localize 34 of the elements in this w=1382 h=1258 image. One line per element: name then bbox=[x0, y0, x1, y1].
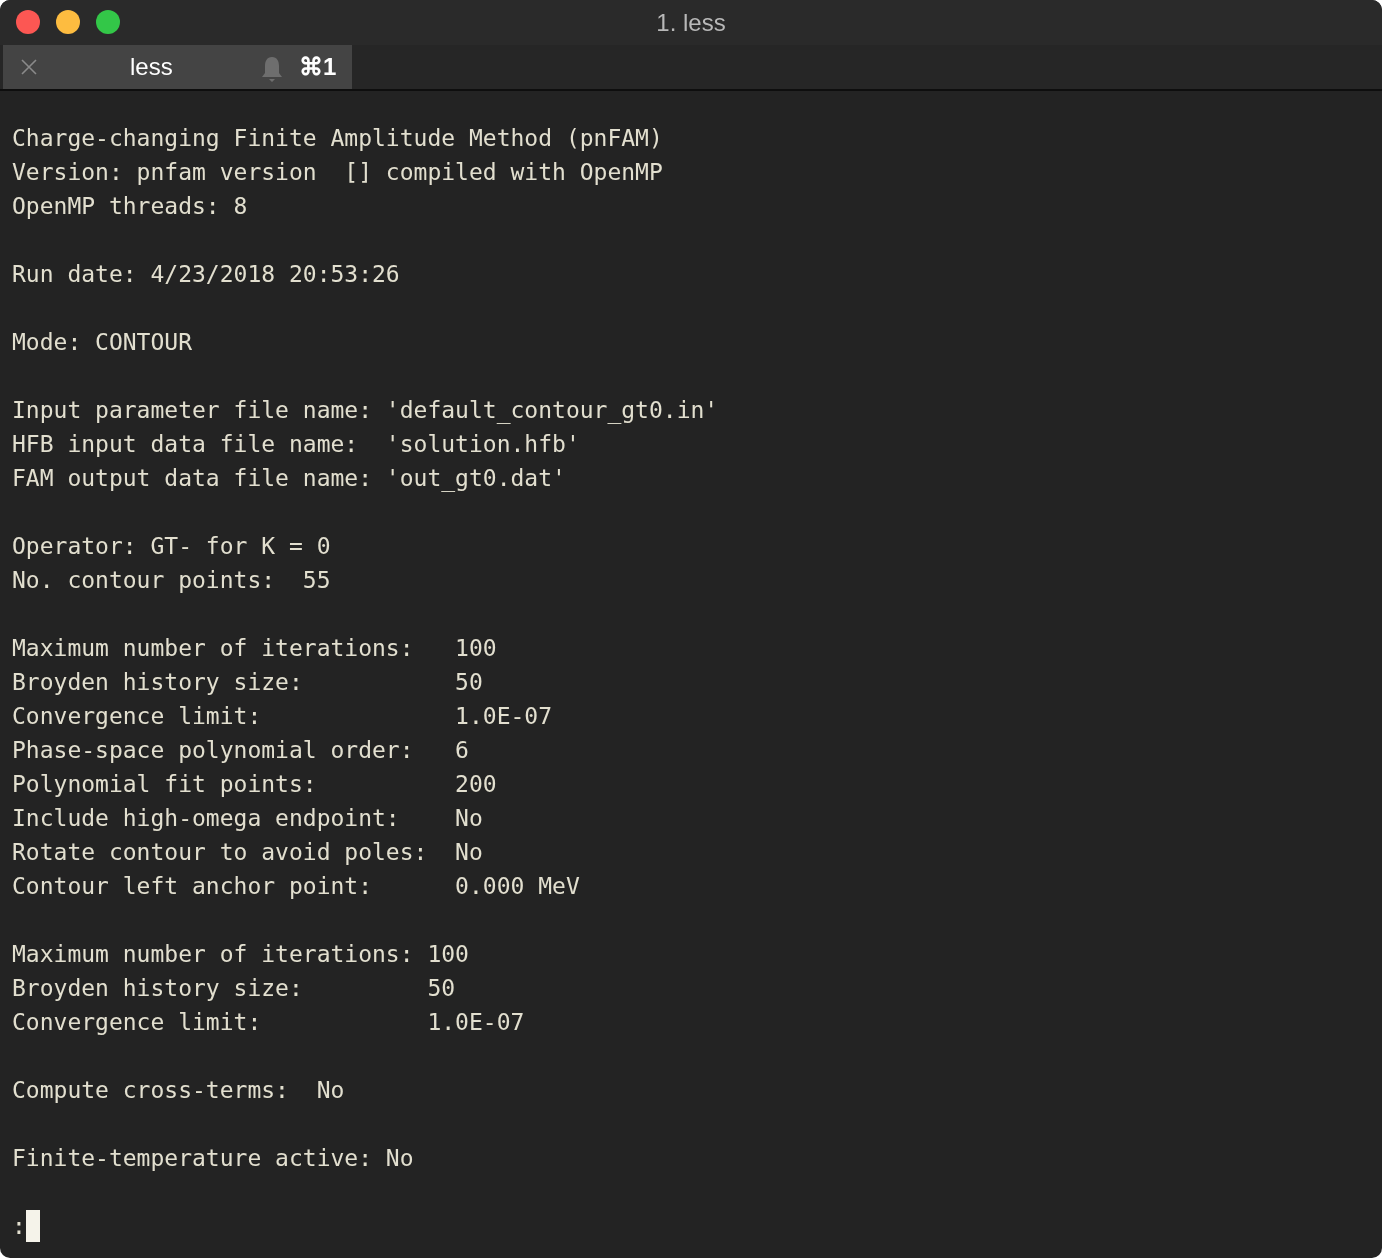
terminal-line: FAM output data file name: 'out_gt0.dat' bbox=[12, 464, 567, 494]
window-title: 1. less bbox=[656, 8, 726, 37]
close-button[interactable] bbox=[16, 10, 40, 34]
terminal-line: Finite-temperature active: No bbox=[12, 1144, 415, 1173]
terminal-line: Version: pnfam version [] compiled with OpenMP bbox=[12, 158, 664, 187]
tab-label: less bbox=[130, 53, 173, 81]
terminal-line: Rotate contour to avoid poles: No bbox=[12, 838, 484, 867]
terminal-line: No. contour points: 55 bbox=[12, 566, 332, 595]
terminal-line: Run date: 4/23/2018 20:53:26 bbox=[12, 260, 401, 289]
bell-icon bbox=[261, 56, 283, 82]
tab[interactable]: less ⌘1 bbox=[3, 45, 352, 89]
terminal-line: Operator: GT- for K = 0 bbox=[12, 532, 332, 561]
close-icon[interactable] bbox=[20, 58, 38, 76]
terminal-line: Convergence limit: 1.0E-07 bbox=[12, 702, 554, 731]
terminal-line: Broyden history size: 50 bbox=[12, 668, 484, 697]
zoom-button[interactable] bbox=[96, 10, 120, 34]
terminal-line: HFB input data file name: 'solution.hfb' bbox=[12, 430, 581, 459]
text-cursor bbox=[25, 1210, 40, 1242]
terminal-line: Include high-omega endpoint: No bbox=[12, 804, 484, 833]
terminal-line: Input parameter file name: 'default_contour_gt0.in' bbox=[12, 396, 720, 426]
terminal-line: Charge-changing Finite Amplitude Method (pnFAM) bbox=[12, 124, 664, 153]
terminal-line: Compute cross-terms: No bbox=[12, 1076, 346, 1105]
terminal-line: Mode: CONTOUR bbox=[12, 328, 193, 357]
terminal-line: OpenMP threads: 8 bbox=[12, 192, 249, 221]
terminal-line: Phase-space polynomial order: 6 bbox=[12, 736, 470, 765]
terminal-line: Contour left anchor point: 0.000 MeV bbox=[12, 872, 581, 901]
minimize-button[interactable] bbox=[56, 10, 80, 34]
terminal-line: Polynomial fit points: 200 bbox=[12, 770, 498, 799]
terminal-line: Maximum number of iterations: 100 bbox=[12, 940, 470, 969]
terminal-line: Maximum number of iterations: 100 bbox=[12, 634, 498, 663]
tab-shortcut: ⌘1 bbox=[299, 53, 337, 81]
prompt-text: : bbox=[12, 1212, 26, 1241]
terminal-line: Convergence limit: 1.0E-07 bbox=[12, 1008, 526, 1037]
terminal-line: Broyden history size: 50 bbox=[12, 974, 457, 1003]
